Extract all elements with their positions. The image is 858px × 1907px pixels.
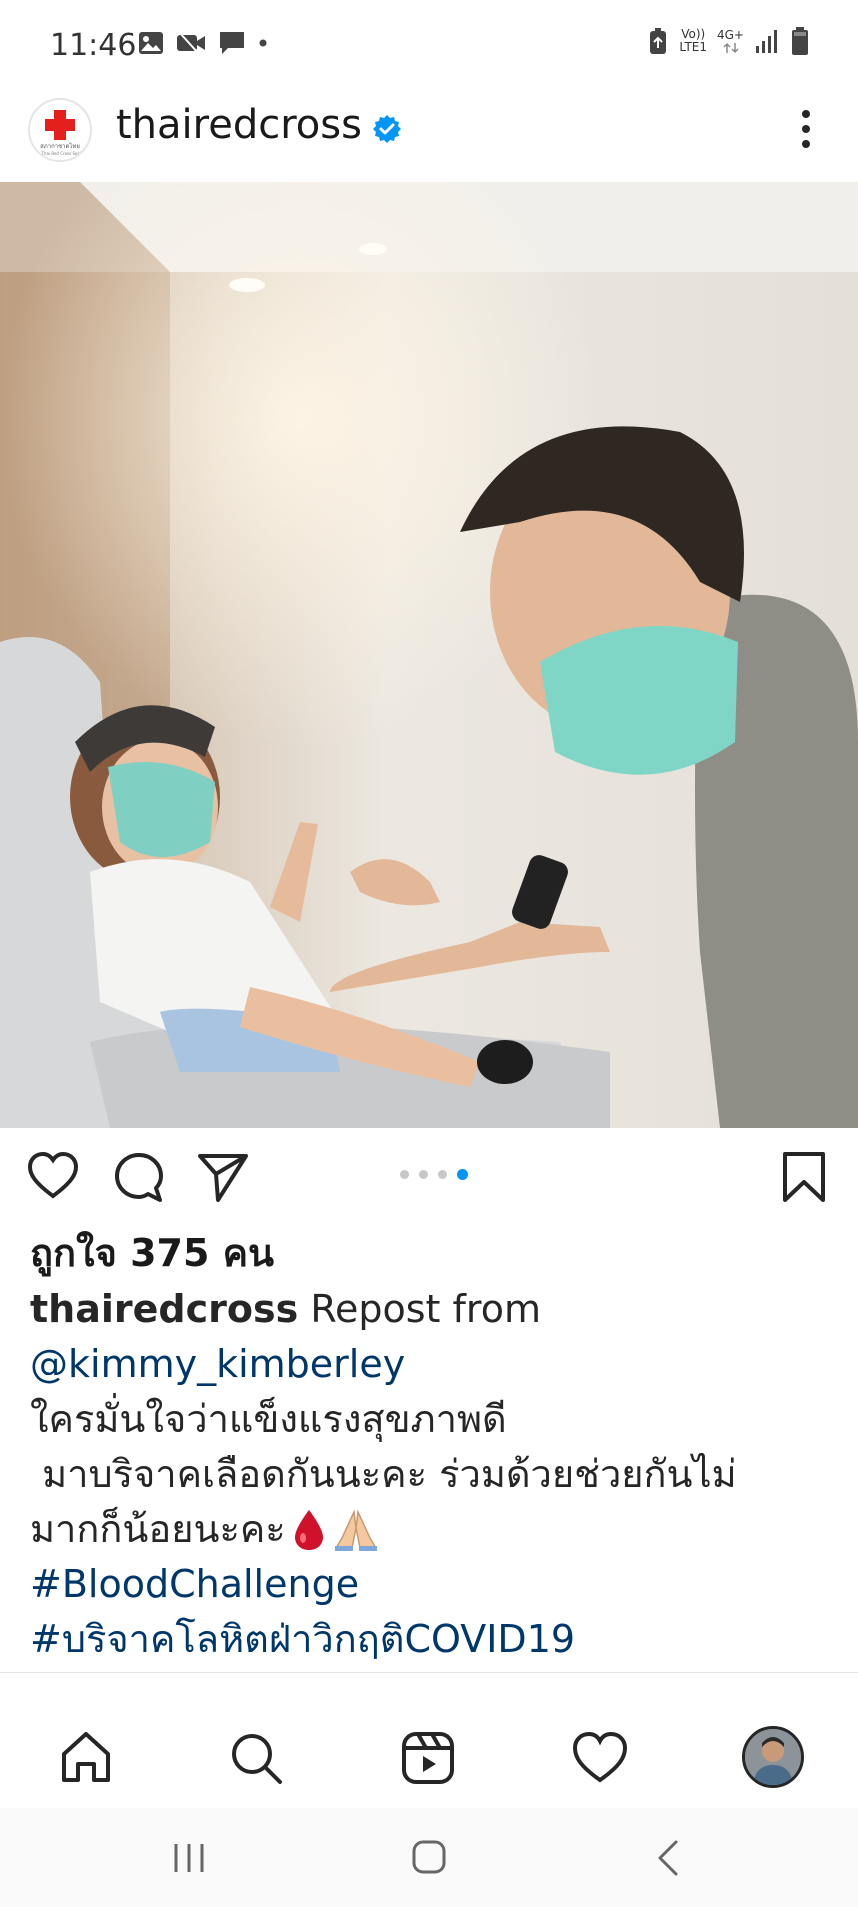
comment-icon[interactable] bbox=[112, 1150, 166, 1204]
battery-saver-icon bbox=[650, 28, 667, 54]
post-photo[interactable] bbox=[0, 182, 858, 1128]
caption-hashtag-1[interactable]: #BloodChallenge bbox=[30, 1557, 840, 1612]
home-button-icon[interactable] bbox=[404, 1838, 454, 1878]
search-icon[interactable] bbox=[226, 1728, 286, 1788]
carousel-dot bbox=[400, 1170, 409, 1179]
caption-text-line-3-row: มากก็น้อยนะคะ bbox=[30, 1502, 840, 1557]
caption-first-line: thairedcross Repost from bbox=[30, 1282, 840, 1337]
caption-mention[interactable]: @kimmy_kimberley bbox=[30, 1337, 840, 1392]
save-bookmark-icon[interactable] bbox=[777, 1150, 831, 1204]
status-notification-icons bbox=[138, 30, 268, 56]
post-action-bar bbox=[0, 1140, 858, 1210]
signal-icon bbox=[756, 30, 777, 53]
network-type: 4G+ bbox=[717, 27, 744, 54]
like-heart-icon[interactable] bbox=[26, 1150, 80, 1204]
home-icon[interactable] bbox=[56, 1728, 116, 1788]
nav-divider bbox=[0, 1672, 858, 1673]
profile-avatar-image bbox=[745, 1729, 801, 1785]
status-bar: 11:46 Vo)) LTE1 4G+ bbox=[0, 0, 858, 92]
post-caption: thairedcross Repost from @kimmy_kimberle… bbox=[30, 1282, 840, 1667]
reels-icon[interactable] bbox=[398, 1728, 458, 1788]
caption-text-line-3: มากก็น้อยนะคะ bbox=[30, 1507, 286, 1551]
message-icon bbox=[220, 32, 244, 54]
post-header: สภากาชาดไทย The Thai Red Cross Society t… bbox=[0, 92, 858, 182]
network-labels: Vo)) LTE1 bbox=[679, 28, 707, 54]
blood-drop-icon bbox=[294, 1509, 323, 1550]
caption-text-line-2: มาบริจาคเลือดกันนะคะ ร่วมด้วยช่วยกันไม่ bbox=[30, 1452, 737, 1496]
activity-heart-icon[interactable] bbox=[570, 1728, 630, 1788]
video-off-icon bbox=[177, 32, 205, 54]
carousel-indicator bbox=[400, 1169, 468, 1180]
status-time: 11:46 bbox=[50, 28, 137, 63]
caption-username[interactable]: thairedcross bbox=[30, 1287, 298, 1331]
avatar-text: สภากาชาดไทย bbox=[40, 142, 80, 150]
carousel-dot bbox=[438, 1170, 447, 1179]
red-cross-logo: สภากาชาดไทย The Thai Red Cross Society bbox=[32, 110, 88, 156]
recent-apps-icon[interactable] bbox=[164, 1838, 214, 1878]
avatar-subtext: The Thai Red Cross Society bbox=[32, 151, 88, 156]
dot-icon bbox=[259, 39, 267, 47]
carousel-dot-active bbox=[457, 1169, 468, 1180]
more-options-icon[interactable] bbox=[790, 104, 822, 154]
data-arrows-icon bbox=[722, 42, 739, 53]
caption-text-line-1: ใครมั่นใจว่าแข็งแรงสุขภาพดี bbox=[30, 1397, 507, 1441]
status-system-icons: Vo)) LTE1 4G+ bbox=[647, 26, 810, 56]
carousel-dot bbox=[419, 1170, 428, 1179]
folded-hands-icon bbox=[334, 1508, 378, 1551]
verified-badge-icon bbox=[373, 115, 401, 143]
caption-hashtag-2[interactable]: #บริจาคโลหิตฝ่าวิกฤติCOVID19 bbox=[30, 1612, 840, 1667]
back-icon[interactable] bbox=[644, 1838, 694, 1878]
battery-icon bbox=[792, 27, 808, 55]
caption-prefix: Repost from bbox=[310, 1287, 541, 1331]
lte-label: LTE1 bbox=[679, 40, 707, 54]
share-send-icon[interactable] bbox=[196, 1150, 250, 1204]
profile-avatar[interactable] bbox=[742, 1726, 804, 1788]
post-photo-illustration bbox=[0, 182, 858, 1128]
like-count[interactable]: ถูกใจ 375 คน bbox=[30, 1222, 274, 1283]
account-avatar[interactable]: สภากาชาดไทย The Thai Red Cross Society bbox=[28, 98, 92, 162]
system-navigation-bar bbox=[0, 1808, 858, 1907]
bottom-navigation bbox=[0, 1708, 858, 1808]
account-username[interactable]: thairedcross bbox=[116, 102, 362, 148]
gallery-icon bbox=[139, 32, 163, 54]
network-type-label: 4G+ bbox=[717, 27, 744, 42]
